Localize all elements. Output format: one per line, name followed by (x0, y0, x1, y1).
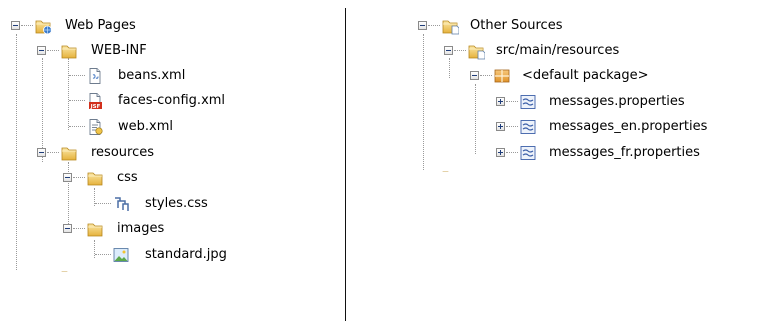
pane-divider (345, 8, 346, 321)
collapse-toggle[interactable] (11, 21, 20, 30)
image-file-icon (112, 246, 130, 264)
tree-label: images (117, 221, 165, 236)
tree-node-messages-fr-properties[interactable]: messages_fr.properties (348, 144, 768, 162)
xml-file-icon (86, 67, 104, 85)
collapse-toggle[interactable] (63, 173, 72, 182)
folder-icon (60, 268, 78, 272)
tree-node-other-sources[interactable]: Other Sources (348, 17, 768, 35)
tree-label: styles.css (145, 196, 208, 211)
tree-node-css[interactable]: css (0, 169, 340, 187)
package-icon (493, 67, 511, 85)
expand-toggle[interactable] (496, 97, 505, 106)
folder-icon (60, 42, 78, 60)
collapse-toggle[interactable] (37, 46, 46, 55)
folder-icon (86, 220, 104, 238)
folder-icon (60, 144, 78, 162)
tree-node-resources[interactable]: resources (0, 144, 340, 162)
tree-label: messages_fr.properties (549, 145, 700, 160)
web-xml-file-icon (86, 118, 104, 136)
tree-node-beans-xml[interactable]: beans.xml (0, 67, 340, 85)
source-folder-icon (467, 42, 486, 60)
tree-node-styles-css[interactable]: styles.css (0, 195, 340, 213)
tree-label: WEB-INF (91, 43, 147, 58)
tree-label: css (117, 170, 138, 185)
tree-label: Web Pages (65, 18, 136, 33)
collapse-toggle[interactable] (37, 148, 46, 157)
collapse-toggle[interactable] (418, 21, 427, 30)
expand-toggle[interactable] (496, 148, 505, 157)
collapse-toggle[interactable] (470, 71, 479, 80)
tree-node-web-inf[interactable]: WEB-INF (0, 42, 340, 60)
tree-label: src/main/resources (496, 43, 620, 58)
left-tree-panel: Web Pages WEB-INF beans.xml JSF faces-co… (0, 0, 345, 323)
tree-node-messages-properties[interactable]: messages.properties (348, 93, 768, 111)
properties-file-icon (519, 144, 537, 162)
properties-file-icon (519, 118, 537, 136)
tree-node-web-xml[interactable]: web.xml (0, 118, 340, 136)
tree-label: faces-config.xml (118, 93, 226, 108)
tree-label: standard.jpg (145, 247, 227, 262)
right-tree-panel: Other Sources src/main/resources <defaul… (348, 0, 774, 323)
tree-node-messages-en-properties[interactable]: messages_en.properties (348, 118, 768, 136)
properties-file-icon (519, 93, 537, 111)
css-file-icon (112, 195, 130, 213)
source-folder-icon (441, 17, 460, 35)
tree-label: Other Sources (470, 18, 563, 33)
tree-node-images[interactable]: images (0, 220, 340, 238)
tree-label: beans.xml (118, 68, 186, 83)
tree-node-standard-jpg[interactable]: standard.jpg (0, 246, 340, 264)
svg-text:JSF: JSF (90, 104, 101, 110)
tree-label: resources (91, 145, 155, 160)
collapse-toggle[interactable] (63, 224, 72, 233)
folder-icon (441, 168, 459, 172)
web-pages-folder-icon (34, 17, 52, 35)
tree-node-default-package[interactable]: <default package> (348, 67, 768, 85)
tree-label: <default package> (522, 68, 649, 83)
collapse-toggle[interactable] (444, 46, 453, 55)
tree-node-src-main-resources[interactable]: src/main/resources (348, 42, 768, 60)
folder-icon (86, 169, 104, 187)
tree-node-web-pages[interactable]: Web Pages (0, 17, 340, 35)
tree-label: messages_en.properties (549, 119, 708, 134)
tree-label: messages.properties (549, 94, 685, 109)
jsf-config-file-icon: JSF (86, 92, 104, 110)
expand-toggle[interactable] (496, 122, 505, 131)
tree-node-faces-config-xml[interactable]: JSF faces-config.xml (0, 92, 340, 110)
tree-label: web.xml (118, 119, 173, 134)
